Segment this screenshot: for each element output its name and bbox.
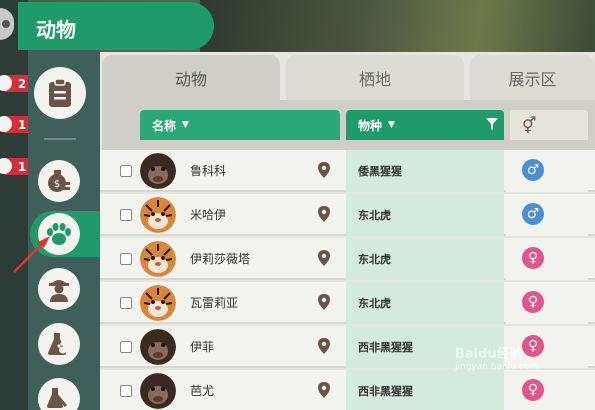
animal-name[interactable]: 瓦雷莉亚 xyxy=(190,294,238,311)
background-rock xyxy=(200,0,595,60)
location-pin-icon[interactable] xyxy=(318,338,330,358)
male-gender-icon: ♂ xyxy=(522,159,544,181)
tab-habitats[interactable]: 栖地 xyxy=(286,55,464,101)
female-gender-icon: ♀ xyxy=(522,247,544,269)
animal-name[interactable]: 米哈伊 xyxy=(190,206,226,223)
sort-down-icon: ▼ xyxy=(182,120,189,130)
gender-cell xyxy=(506,238,588,280)
animal-name[interactable]: 芭尤 xyxy=(190,382,214,399)
filter-icon[interactable] xyxy=(486,118,498,133)
research-tool-icon xyxy=(47,388,68,408)
watermark-text: Baidu经验 xyxy=(455,347,523,362)
zookeeper-icon xyxy=(49,280,69,302)
tiger-avatar[interactable] xyxy=(140,285,176,321)
clipboard-icon xyxy=(49,78,71,107)
sidebar-divider xyxy=(44,138,76,140)
chimp-avatar[interactable] xyxy=(140,373,176,409)
animal-species: 东北虎 xyxy=(358,209,391,222)
location-pin-icon[interactable] xyxy=(318,294,330,314)
tab-exhibits[interactable]: 展示区 xyxy=(470,55,595,101)
tab-animals[interactable]: 动物 xyxy=(102,55,280,101)
chimp-avatar[interactable] xyxy=(140,153,176,189)
column-header-gender[interactable]: ⚥ xyxy=(510,110,588,140)
row-checkbox[interactable] xyxy=(120,209,132,221)
animal-name[interactable]: 伊莉莎薇塔 xyxy=(190,250,250,267)
location-pin-icon[interactable] xyxy=(318,250,330,270)
gender-cell xyxy=(506,194,588,236)
animal-species: 东北虎 xyxy=(358,297,391,310)
gender-cell xyxy=(506,370,588,410)
research-paw-icon xyxy=(48,333,70,355)
table-row[interactable]: 米哈伊 东北虎 ♂ xyxy=(100,194,595,236)
female-gender-icon: ♀ xyxy=(522,291,544,313)
sidebar-item-finance[interactable]: $ xyxy=(38,160,80,202)
female-gender-icon: ♀ xyxy=(522,379,544,401)
gender-cell xyxy=(506,282,588,324)
animal-name[interactable]: 伊菲 xyxy=(190,338,214,355)
table-row[interactable]: 伊莉莎薇塔 东北虎 ♀ xyxy=(100,238,595,280)
svg-text:$: $ xyxy=(54,179,60,190)
row-checkbox[interactable] xyxy=(120,385,132,397)
animal-species: 西非黑猩猩 xyxy=(358,385,413,398)
table-row[interactable]: 鲁科科 倭黑猩猩 ♂ xyxy=(100,150,595,192)
watermark-sub: jingyan.baidu.com xyxy=(455,362,539,372)
red-arrow-annotation xyxy=(13,236,50,273)
location-pin-icon[interactable] xyxy=(318,382,330,402)
sidebar-item-reports[interactable] xyxy=(34,67,86,119)
watermark: Baidu经验 jingyan.baidu.com xyxy=(455,343,538,372)
row-checkbox[interactable] xyxy=(120,165,132,177)
left-strip xyxy=(0,0,28,410)
row-checkbox[interactable] xyxy=(120,341,132,353)
animal-name[interactable]: 鲁科科 xyxy=(190,162,226,179)
column-name-label: 名称 xyxy=(152,118,177,133)
row-checkbox[interactable] xyxy=(120,253,132,265)
table-row[interactable]: 瓦雷莉亚 东北虎 ♀ xyxy=(100,282,595,324)
animal-species: 西非黑猩猩 xyxy=(358,341,413,354)
money-bag-icon: $ xyxy=(48,170,70,192)
column-header-name[interactable]: 名称 ▼ xyxy=(140,110,340,140)
column-species-label: 物种 xyxy=(358,118,383,133)
sort-down-icon: ▼ xyxy=(388,120,395,130)
gender-cell xyxy=(506,150,588,192)
page-title: 动物 xyxy=(18,2,214,50)
location-pin-icon[interactable] xyxy=(318,162,330,182)
chimp-avatar[interactable] xyxy=(140,329,176,365)
animal-species: 东北虎 xyxy=(358,253,391,266)
table-row[interactable]: 芭尤 西非黑猩猩 ♀ xyxy=(100,370,595,410)
column-header-species[interactable]: 物种 ▼ xyxy=(346,110,504,140)
row-checkbox[interactable] xyxy=(120,297,132,309)
location-pin-icon[interactable] xyxy=(318,206,330,226)
animal-species: 倭黑猩猩 xyxy=(358,165,402,178)
sidebar-item-animal-research[interactable] xyxy=(38,323,80,365)
tiger-avatar[interactable] xyxy=(140,197,176,233)
tiger-avatar[interactable] xyxy=(140,241,176,277)
male-gender-icon: ♂ xyxy=(522,203,544,225)
